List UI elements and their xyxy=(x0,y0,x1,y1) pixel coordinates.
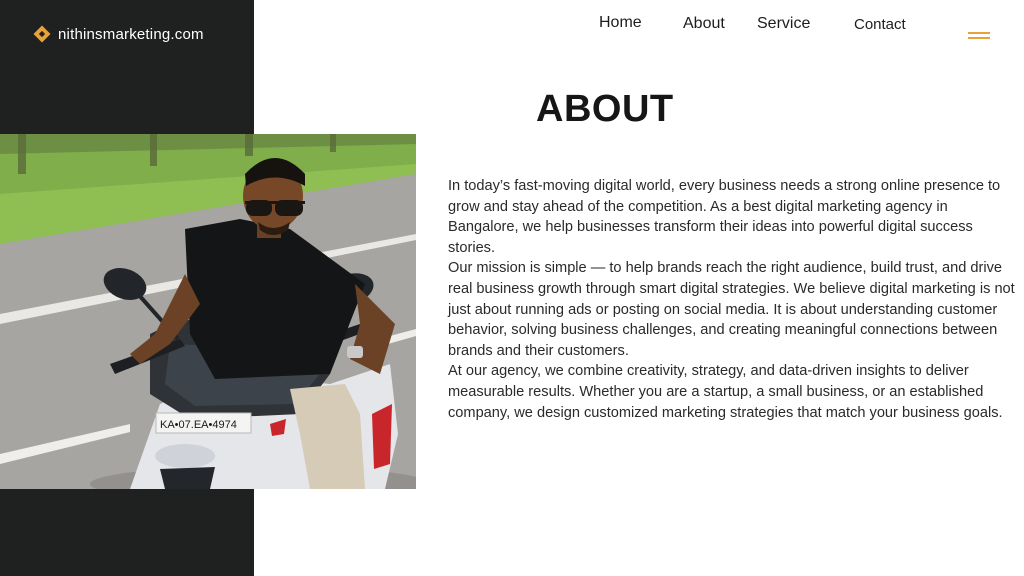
about-paragraph: Our mission is simple — to help brands r… xyxy=(448,260,1015,359)
about-paragraph: At our agency, we combine creativity, st… xyxy=(448,363,1003,421)
nav-contact[interactable]: Contact xyxy=(854,16,906,33)
main-nav: Home About Service Contact xyxy=(0,0,1024,50)
about-photo: KA•07.EA•4974 xyxy=(0,134,416,489)
nav-about[interactable]: About xyxy=(683,15,725,33)
number-plate-text: KA•07.EA•4974 xyxy=(160,419,237,431)
about-paragraph: In today’s fast-moving digital world, ev… xyxy=(448,178,1001,256)
nav-home[interactable]: Home xyxy=(599,14,642,32)
hamburger-menu-icon[interactable] xyxy=(968,30,990,40)
about-body: In today’s fast-moving digital world, ev… xyxy=(448,176,1018,423)
page-title: ABOUT xyxy=(536,88,674,130)
nav-service[interactable]: Service xyxy=(757,15,810,33)
page: nithinsmarketing.com Home About Service … xyxy=(0,0,1024,576)
